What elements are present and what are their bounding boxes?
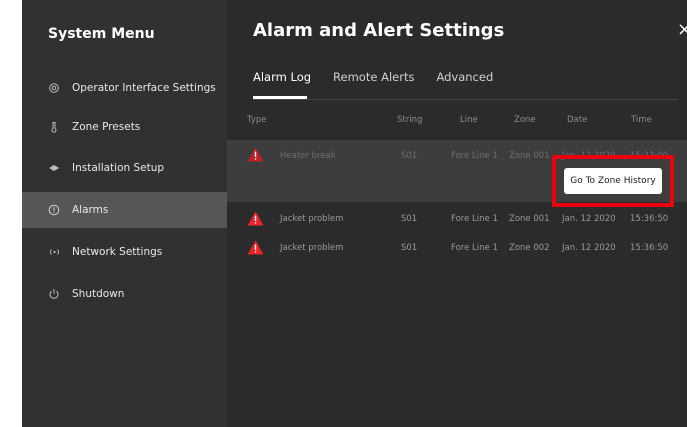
cell-zone: Zone 002: [509, 243, 550, 253]
column-header-time: Time: [631, 115, 652, 125]
cell-string: S01: [401, 214, 418, 224]
sidebar: System Menu Operator Interface Settings …: [22, 0, 227, 427]
cell-zone: Zone 001: [509, 151, 550, 161]
sidebar-item-label: Alarms: [72, 204, 109, 216]
cell-line: Fore Line 1: [451, 214, 498, 224]
sidebar-item-shutdown[interactable]: Shutdown: [22, 276, 227, 312]
table-row[interactable]: Jacket problem S01 Fore Line 1 Zone 002 …: [227, 236, 687, 262]
main-panel: Alarm and Alert Settings × Alarm Log Rem…: [227, 0, 687, 427]
info-circle-icon: [47, 203, 61, 217]
cell-time: 15:36:50: [630, 243, 669, 253]
column-header-string: String: [397, 115, 423, 125]
column-header-date: Date: [567, 115, 588, 125]
cube-icon: [47, 161, 61, 175]
sidebar-item-label: Network Settings: [72, 246, 163, 258]
cell-string: S01: [401, 151, 418, 161]
close-button[interactable]: ×: [677, 19, 687, 40]
sidebar-item-label: Installation Setup: [72, 162, 165, 174]
sidebar-item-operator-interface-settings[interactable]: Operator Interface Settings: [22, 70, 227, 106]
tab-bar: Alarm Log Remote Alerts Advanced: [253, 70, 515, 84]
column-header-type: Type: [247, 115, 267, 125]
cell-string: S01: [401, 243, 418, 253]
sidebar-title: System Menu: [48, 26, 155, 42]
alarm-warning-icon: [247, 211, 264, 226]
broadcast-icon: [47, 245, 61, 259]
tab-divider: [253, 99, 678, 100]
sidebar-item-label: Shutdown: [72, 288, 125, 300]
column-header-line: Line: [460, 115, 478, 125]
page-title: Alarm and Alert Settings: [253, 20, 505, 41]
table-row[interactable]: Jacket problem S01 Fore Line 1 Zone 001 …: [227, 208, 687, 234]
tab-remote-alerts[interactable]: Remote Alerts: [333, 70, 414, 84]
alarm-warning-icon: [247, 240, 264, 255]
sidebar-item-zone-presets[interactable]: Zone Presets: [22, 109, 227, 145]
cell-line: Fore Line 1: [451, 243, 498, 253]
column-header-zone: Zone: [514, 115, 536, 125]
sidebar-item-network-settings[interactable]: Network Settings: [22, 234, 227, 270]
cell-type: Heater break: [280, 151, 336, 161]
cell-date: Jan. 12 2020: [562, 214, 616, 224]
sidebar-item-label: Zone Presets: [72, 121, 141, 133]
cell-type: Jacket problem: [280, 214, 344, 224]
thermometer-icon: [47, 120, 61, 134]
sidebar-item-label: Operator Interface Settings: [72, 82, 216, 94]
gear-icon: [47, 81, 61, 95]
cell-zone: Zone 001: [509, 214, 550, 224]
cell-time: 15:36:50: [630, 214, 669, 224]
highlight-box: [552, 155, 674, 207]
alarm-warning-icon: [247, 147, 264, 162]
tab-alarm-log[interactable]: Alarm Log: [253, 70, 311, 84]
tab-advanced[interactable]: Advanced: [436, 70, 493, 84]
sidebar-item-alarms[interactable]: Alarms: [22, 192, 227, 228]
cell-date: Jan. 12 2020: [562, 243, 616, 253]
sidebar-item-installation-setup[interactable]: Installation Setup: [22, 150, 227, 186]
cell-line: Fore Line 1: [451, 151, 498, 161]
power-icon: [47, 287, 61, 301]
cell-type: Jacket problem: [280, 243, 344, 253]
app-window: System Menu Operator Interface Settings …: [22, 0, 687, 427]
